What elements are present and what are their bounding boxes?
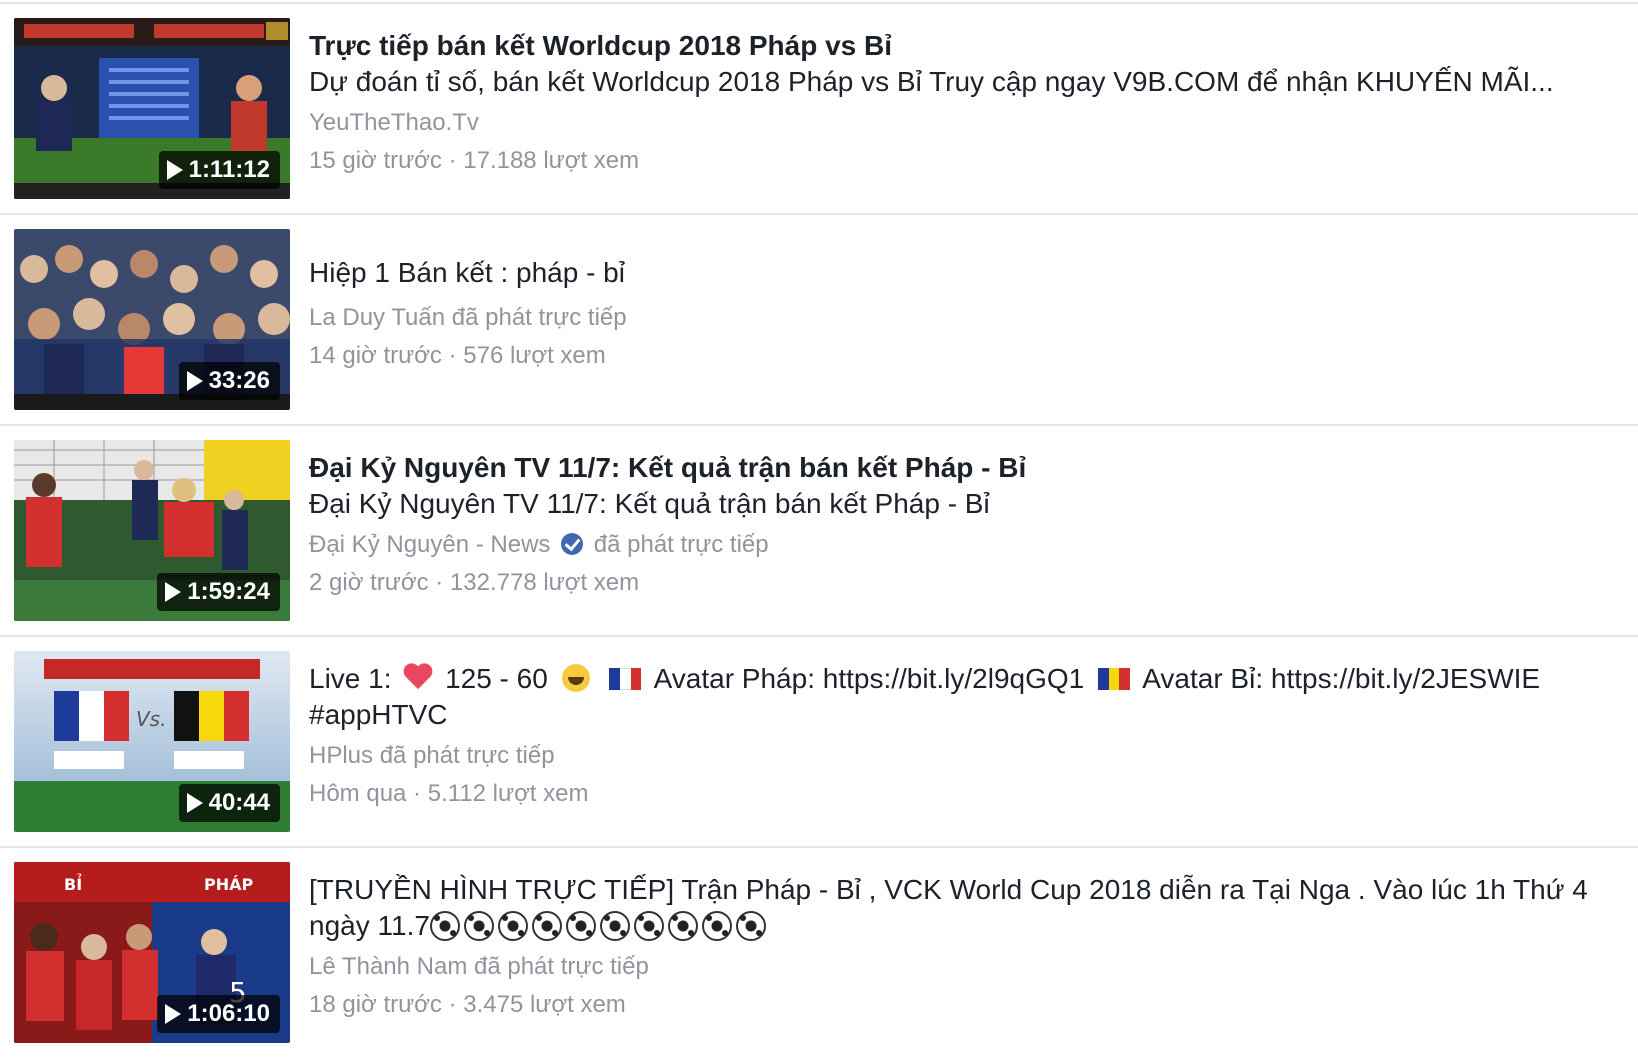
video-result: 1:11:12 Trực tiếp bán kết Worldcup 2018 …: [0, 4, 1638, 215]
soccer-ball-emoji-icon: [497, 911, 528, 941]
video-info: Live 1: 125 - 60 Avatar Pháp: https://bi…: [309, 661, 1608, 809]
video-stats: 14 giờ trước · 576 lượt xem: [309, 341, 1608, 371]
video-time: 2 giờ trước: [309, 569, 429, 596]
duration-text: 40:44: [208, 789, 270, 816]
soccer-ball-emoji-icon: [701, 911, 732, 941]
video-thumbnail[interactable]: 1:11:12: [14, 18, 290, 199]
video-views: 132.778 lượt xem: [449, 569, 640, 596]
video-thumbnail[interactable]: 1:59:24: [14, 440, 290, 621]
soccer-ball-emoji-icon: [735, 911, 766, 941]
video-views: 576 lượt xem: [463, 342, 606, 369]
source-suffix: đã phát trực tiếp: [379, 742, 555, 769]
video-title[interactable]: Hiệp 1 Bán kết : pháp - bỉ: [309, 255, 1608, 291]
title-part: Avatar Bỉ: https://bit.ly/2JESWIE: [1142, 663, 1541, 694]
separator: ·: [441, 147, 464, 174]
video-result: BỈ PHÁP 5 1:06:10 [TRUYỀN HÌNH TRỰC TIẾP…: [0, 848, 1638, 1059]
video-description: Dự đoán tỉ số, bán kết Worldcup 2018 Phá…: [309, 66, 1554, 97]
source-link[interactable]: La Duy Tuấn: [309, 304, 445, 331]
verified-badge-icon: [561, 533, 584, 555]
duration-badge: 1:06:10: [157, 995, 280, 1033]
video-info: Hiệp 1 Bán kết : pháp - bỉ La Duy Tuấn đ…: [309, 255, 1608, 371]
title-line: [TRUYỀN HÌNH TRỰC TIẾP] Trận Pháp - Bỉ ,…: [309, 874, 1588, 905]
video-time: 18 giờ trước: [309, 991, 442, 1018]
laughing-emoji-icon: [561, 664, 590, 692]
source-suffix: đã phát trực tiếp: [474, 953, 649, 980]
video-source: Đại Kỷ Nguyên - News đã phát trực tiếp: [309, 530, 1608, 560]
video-result: 1:59:24 Đại Kỷ Nguyên TV 11/7: Kết quả t…: [0, 426, 1638, 637]
duration-badge: 40:44: [178, 784, 280, 822]
source-link[interactable]: HPlus: [309, 742, 373, 769]
svg-text:BỈ: BỈ: [64, 873, 82, 894]
title-part: Avatar Pháp: https://bit.ly/2l9qGQ1: [653, 663, 1085, 694]
soccer-ball-emoji-icon: [633, 911, 664, 941]
video-views: 3.475 lượt xem: [463, 991, 626, 1018]
france-flag-icon: [609, 668, 642, 690]
duration-text: 33:26: [208, 367, 270, 394]
play-icon: [166, 160, 183, 180]
play-icon: [165, 1004, 182, 1024]
video-title[interactable]: Trực tiếp bán kết Worldcup 2018 Pháp vs …: [309, 28, 1608, 64]
title-hashtag: #appHTVC: [309, 699, 448, 730]
video-time: 14 giờ trước: [309, 342, 442, 369]
heart-emoji-icon: [403, 664, 433, 692]
title-part: Live 1:: [309, 663, 392, 694]
video-thumbnail[interactable]: BỈ PHÁP 5 1:06:10: [14, 862, 290, 1043]
soccer-ball-emoji-icon: [667, 911, 698, 941]
soccer-ball-emoji-icon: [599, 911, 630, 941]
video-stats: Hôm qua · 5.112 lượt xem: [309, 779, 1608, 809]
svg-text:Vs.: Vs.: [136, 707, 166, 731]
video-views: 5.112 lượt xem: [427, 780, 589, 807]
source-link[interactable]: Đại Kỷ Nguyên - News: [309, 531, 550, 558]
duration-text: 1:11:12: [188, 156, 270, 183]
soccer-ball-emoji-group: [429, 910, 770, 941]
video-source: Lê Thành Nam đã phát trực tiếp: [309, 952, 1608, 982]
source-link[interactable]: Lê Thành Nam: [309, 953, 467, 980]
video-description: Đại Kỷ Nguyên TV 11/7: Kết quả trận bán …: [309, 488, 990, 519]
video-results-list: 1:11:12 Trực tiếp bán kết Worldcup 2018 …: [0, 4, 1638, 1059]
source-suffix: đã phát trực tiếp: [451, 304, 627, 331]
video-source: La Duy Tuấn đã phát trực tiếp: [309, 303, 1608, 333]
video-views: 17.188 lượt xem: [463, 147, 640, 174]
separator: ·: [441, 342, 464, 369]
separator: ·: [441, 991, 464, 1018]
video-thumbnail[interactable]: 33:26: [14, 229, 290, 410]
belgium-flag-icon: [1098, 668, 1131, 690]
svg-text:PHÁP: PHÁP: [204, 875, 254, 894]
video-stats: 15 giờ trước · 17.188 lượt xem: [309, 146, 1608, 176]
video-time: Hôm qua: [309, 780, 407, 807]
video-info: Trực tiếp bán kết Worldcup 2018 Pháp vs …: [309, 28, 1608, 176]
video-title[interactable]: Live 1: 125 - 60 Avatar Pháp: https://bi…: [309, 661, 1608, 733]
title-part: 125 - 60: [445, 663, 548, 694]
duration-badge: 1:59:24: [157, 573, 280, 611]
video-time: 15 giờ trước: [309, 147, 442, 174]
play-icon: [186, 371, 203, 391]
separator: ·: [428, 569, 450, 596]
video-info: [TRUYỀN HÌNH TRỰC TIẾP] Trận Pháp - Bỉ ,…: [309, 872, 1608, 1020]
video-source: HPlus đã phát trực tiếp: [309, 741, 1608, 771]
duration-text: 1:59:24: [187, 578, 270, 605]
separator: ·: [406, 780, 428, 807]
duration-badge: 33:26: [178, 362, 280, 400]
soccer-ball-emoji-icon: [565, 911, 596, 941]
play-icon: [165, 582, 182, 602]
source-suffix: đã phát trực tiếp: [593, 531, 769, 558]
soccer-ball-emoji-icon: [429, 911, 460, 941]
source-link[interactable]: YeuTheThao.Tv: [309, 109, 479, 136]
soccer-ball-emoji-icon: [531, 911, 562, 941]
duration-badge: 1:11:12: [158, 151, 280, 189]
video-result: 33:26 Hiệp 1 Bán kết : pháp - bỉ La Duy …: [0, 215, 1638, 426]
video-info: Đại Kỷ Nguyên TV 11/7: Kết quả trận bán …: [309, 450, 1608, 598]
soccer-ball-emoji-icon: [463, 911, 494, 941]
video-stats: 18 giờ trước · 3.475 lượt xem: [309, 990, 1608, 1020]
play-icon: [186, 793, 203, 813]
title-line: ngày 11.7: [309, 910, 430, 941]
video-title[interactable]: [TRUYỀN HÌNH TRỰC TIẾP] Trận Pháp - Bỉ ,…: [309, 872, 1608, 944]
video-thumbnail[interactable]: Vs. 40:44: [14, 651, 290, 832]
video-source: YeuTheThao.Tv: [309, 108, 1608, 138]
video-result: Vs. 40:44 Live 1: 125 - 60 Avatar Pháp: …: [0, 637, 1638, 848]
video-title[interactable]: Đại Kỷ Nguyên TV 11/7: Kết quả trận bán …: [309, 450, 1608, 486]
duration-text: 1:06:10: [187, 1000, 270, 1027]
video-stats: 2 giờ trước · 132.778 lượt xem: [309, 568, 1608, 598]
